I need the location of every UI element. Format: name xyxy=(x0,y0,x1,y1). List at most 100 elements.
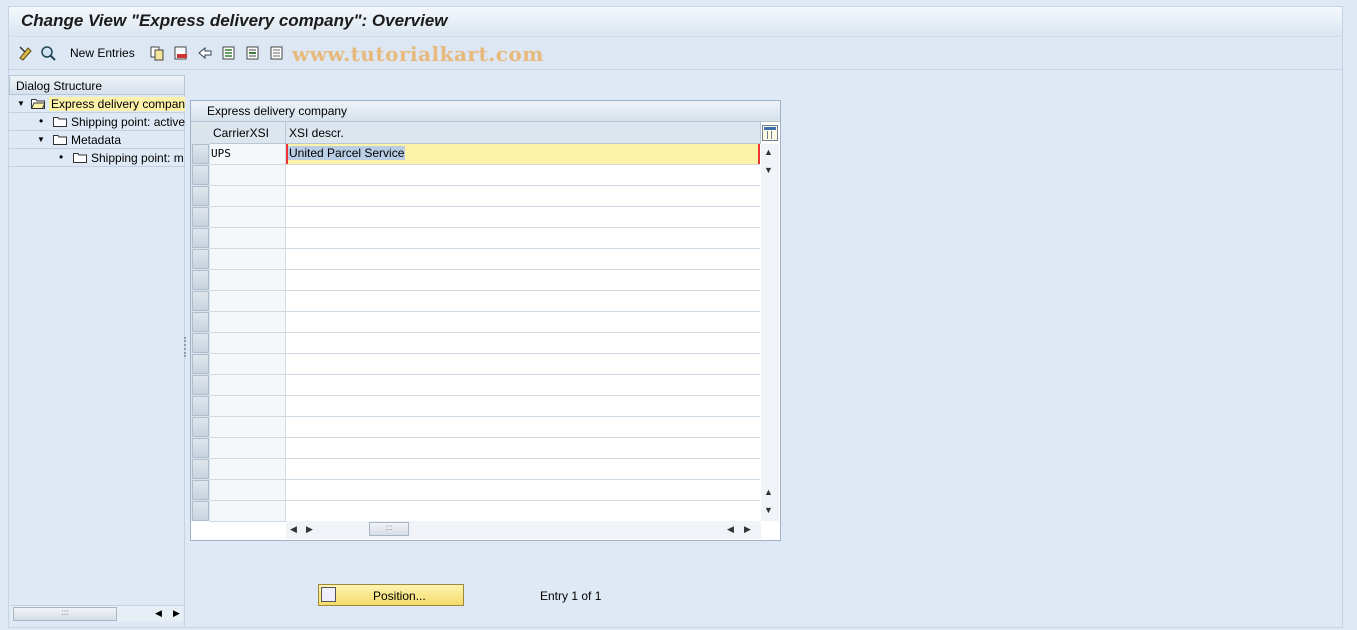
table-row xyxy=(210,480,760,501)
carrier-cell[interactable] xyxy=(210,417,286,437)
tree-item-label: Shipping point: active xyxy=(71,115,185,129)
description-cell[interactable] xyxy=(286,228,760,248)
description-cell[interactable] xyxy=(286,501,760,521)
tree-item-shipping-point-metadata[interactable]: • Shipping point: m xyxy=(9,149,185,167)
details-icon[interactable] xyxy=(39,44,57,62)
table-settings-icon[interactable] xyxy=(762,125,778,141)
scroll-page-up-arrow-icon[interactable]: ▲ xyxy=(764,487,773,497)
description-cell[interactable] xyxy=(286,186,760,206)
description-cell[interactable] xyxy=(286,291,760,311)
description-cell[interactable] xyxy=(286,480,760,500)
carrier-cell[interactable] xyxy=(210,249,286,269)
carrier-cell[interactable] xyxy=(210,354,286,374)
row-selector[interactable] xyxy=(192,165,209,185)
scroll-up-arrow-icon[interactable]: ▲ xyxy=(764,147,773,157)
row-selector[interactable] xyxy=(192,375,209,395)
row-selector[interactable] xyxy=(192,480,209,500)
row-selector[interactable] xyxy=(192,228,209,248)
tree-item-label: Metadata xyxy=(71,133,122,147)
scroll-left-arrow-icon[interactable]: ◀ xyxy=(727,524,734,535)
row-selector[interactable] xyxy=(192,396,209,416)
table-row: UPS United Parcel Service xyxy=(210,144,760,165)
carrier-cell[interactable] xyxy=(210,396,286,416)
table-vertical-scrollbar[interactable]: ▲ ▼ ▲ ▼ xyxy=(761,144,779,521)
row-selector[interactable] xyxy=(192,354,209,374)
tree-item-express-delivery-company[interactable]: ▼ Express delivery company xyxy=(9,95,185,113)
carrier-cell[interactable] xyxy=(210,312,286,332)
carrier-cell[interactable] xyxy=(210,375,286,395)
description-cell[interactable] xyxy=(286,396,760,416)
description-cell[interactable] xyxy=(286,417,760,437)
carrier-cell[interactable] xyxy=(210,438,286,458)
description-cell[interactable] xyxy=(286,207,760,227)
row-selector[interactable] xyxy=(192,438,209,458)
carrier-cell[interactable] xyxy=(210,186,286,206)
table-control: Express delivery company CarrierXSI XSI … xyxy=(190,100,781,541)
scroll-thumb[interactable]: ::: xyxy=(13,607,117,621)
description-cell[interactable] xyxy=(286,249,760,269)
tree-item-metadata[interactable]: ▼ Metadata xyxy=(9,131,185,149)
row-selector[interactable] xyxy=(192,144,209,164)
scroll-right-arrow-icon[interactable]: ▶ xyxy=(306,524,313,535)
table-row xyxy=(210,291,760,312)
row-selector[interactable] xyxy=(192,312,209,332)
scroll-right-arrow-icon[interactable]: ▶ xyxy=(173,608,180,619)
dialog-horizontal-scrollbar[interactable]: ::: ◀ ▶ xyxy=(11,605,183,621)
carrier-cell[interactable] xyxy=(210,270,286,290)
carrier-cell[interactable] xyxy=(210,333,286,353)
select-all-icon[interactable] xyxy=(220,44,238,62)
description-cell[interactable] xyxy=(286,333,760,353)
column-header-description[interactable]: XSI descr. xyxy=(286,122,761,144)
delete-icon[interactable] xyxy=(172,44,190,62)
pane-splitter[interactable] xyxy=(184,337,187,357)
row-selector[interactable] xyxy=(192,291,209,311)
expand-triangle-icon[interactable]: ▼ xyxy=(17,99,25,108)
display-change-icon[interactable] xyxy=(17,44,35,62)
scroll-down-arrow-icon[interactable]: ▼ xyxy=(764,165,773,175)
description-cell[interactable] xyxy=(286,438,760,458)
description-cell[interactable] xyxy=(286,375,760,395)
column-header-carrier[interactable]: CarrierXSI xyxy=(210,122,286,144)
carrier-cell[interactable] xyxy=(210,165,286,185)
copy-icon[interactable] xyxy=(148,44,166,62)
description-input[interactable]: United Parcel Service xyxy=(286,144,760,164)
row-selector[interactable] xyxy=(192,186,209,206)
row-selector[interactable] xyxy=(192,207,209,227)
row-selector[interactable] xyxy=(192,417,209,437)
row-selector[interactable] xyxy=(192,270,209,290)
description-cell[interactable] xyxy=(286,459,760,479)
row-selector[interactable] xyxy=(192,501,209,521)
row-selector[interactable] xyxy=(192,249,209,269)
description-cell[interactable] xyxy=(286,165,760,185)
table-row xyxy=(210,417,760,438)
page-title: Change View "Express delivery company": … xyxy=(21,11,448,30)
bullet-icon: • xyxy=(59,150,64,164)
deselect-all-icon[interactable] xyxy=(268,44,286,62)
carrier-cell[interactable] xyxy=(210,228,286,248)
scroll-right-arrow-icon[interactable]: ▶ xyxy=(744,524,751,535)
carrier-cell[interactable] xyxy=(210,480,286,500)
select-block-icon[interactable] xyxy=(244,44,262,62)
scroll-page-down-arrow-icon[interactable]: ▼ xyxy=(764,505,773,515)
tree-item-shipping-point-active[interactable]: • Shipping point: active xyxy=(9,113,185,131)
scroll-left-arrow-icon[interactable]: ◀ xyxy=(290,524,297,535)
tree-item-label: Shipping point: m xyxy=(91,151,184,165)
description-cell[interactable]: United Parcel Service xyxy=(286,144,760,164)
carrier-cell[interactable] xyxy=(210,291,286,311)
expand-triangle-icon[interactable]: ▼ xyxy=(37,135,45,144)
row-selector[interactable] xyxy=(192,459,209,479)
undo-icon[interactable] xyxy=(196,44,214,62)
carrier-cell[interactable] xyxy=(210,207,286,227)
new-entries-button[interactable]: New Entries xyxy=(70,46,135,60)
scroll-left-arrow-icon[interactable]: ◀ xyxy=(155,608,162,619)
description-cell[interactable] xyxy=(286,354,760,374)
carrier-cell[interactable] xyxy=(210,459,286,479)
position-button[interactable]: Position... xyxy=(318,584,464,606)
scroll-thumb[interactable]: ::: xyxy=(369,522,409,536)
description-cell[interactable] xyxy=(286,312,760,332)
carrier-cell[interactable] xyxy=(210,501,286,521)
description-cell[interactable] xyxy=(286,270,760,290)
carrier-cell[interactable]: UPS xyxy=(210,144,286,164)
row-selector[interactable] xyxy=(192,333,209,353)
table-horizontal-scrollbar[interactable]: ◀ ▶ ::: ◀ ▶ xyxy=(286,521,761,539)
